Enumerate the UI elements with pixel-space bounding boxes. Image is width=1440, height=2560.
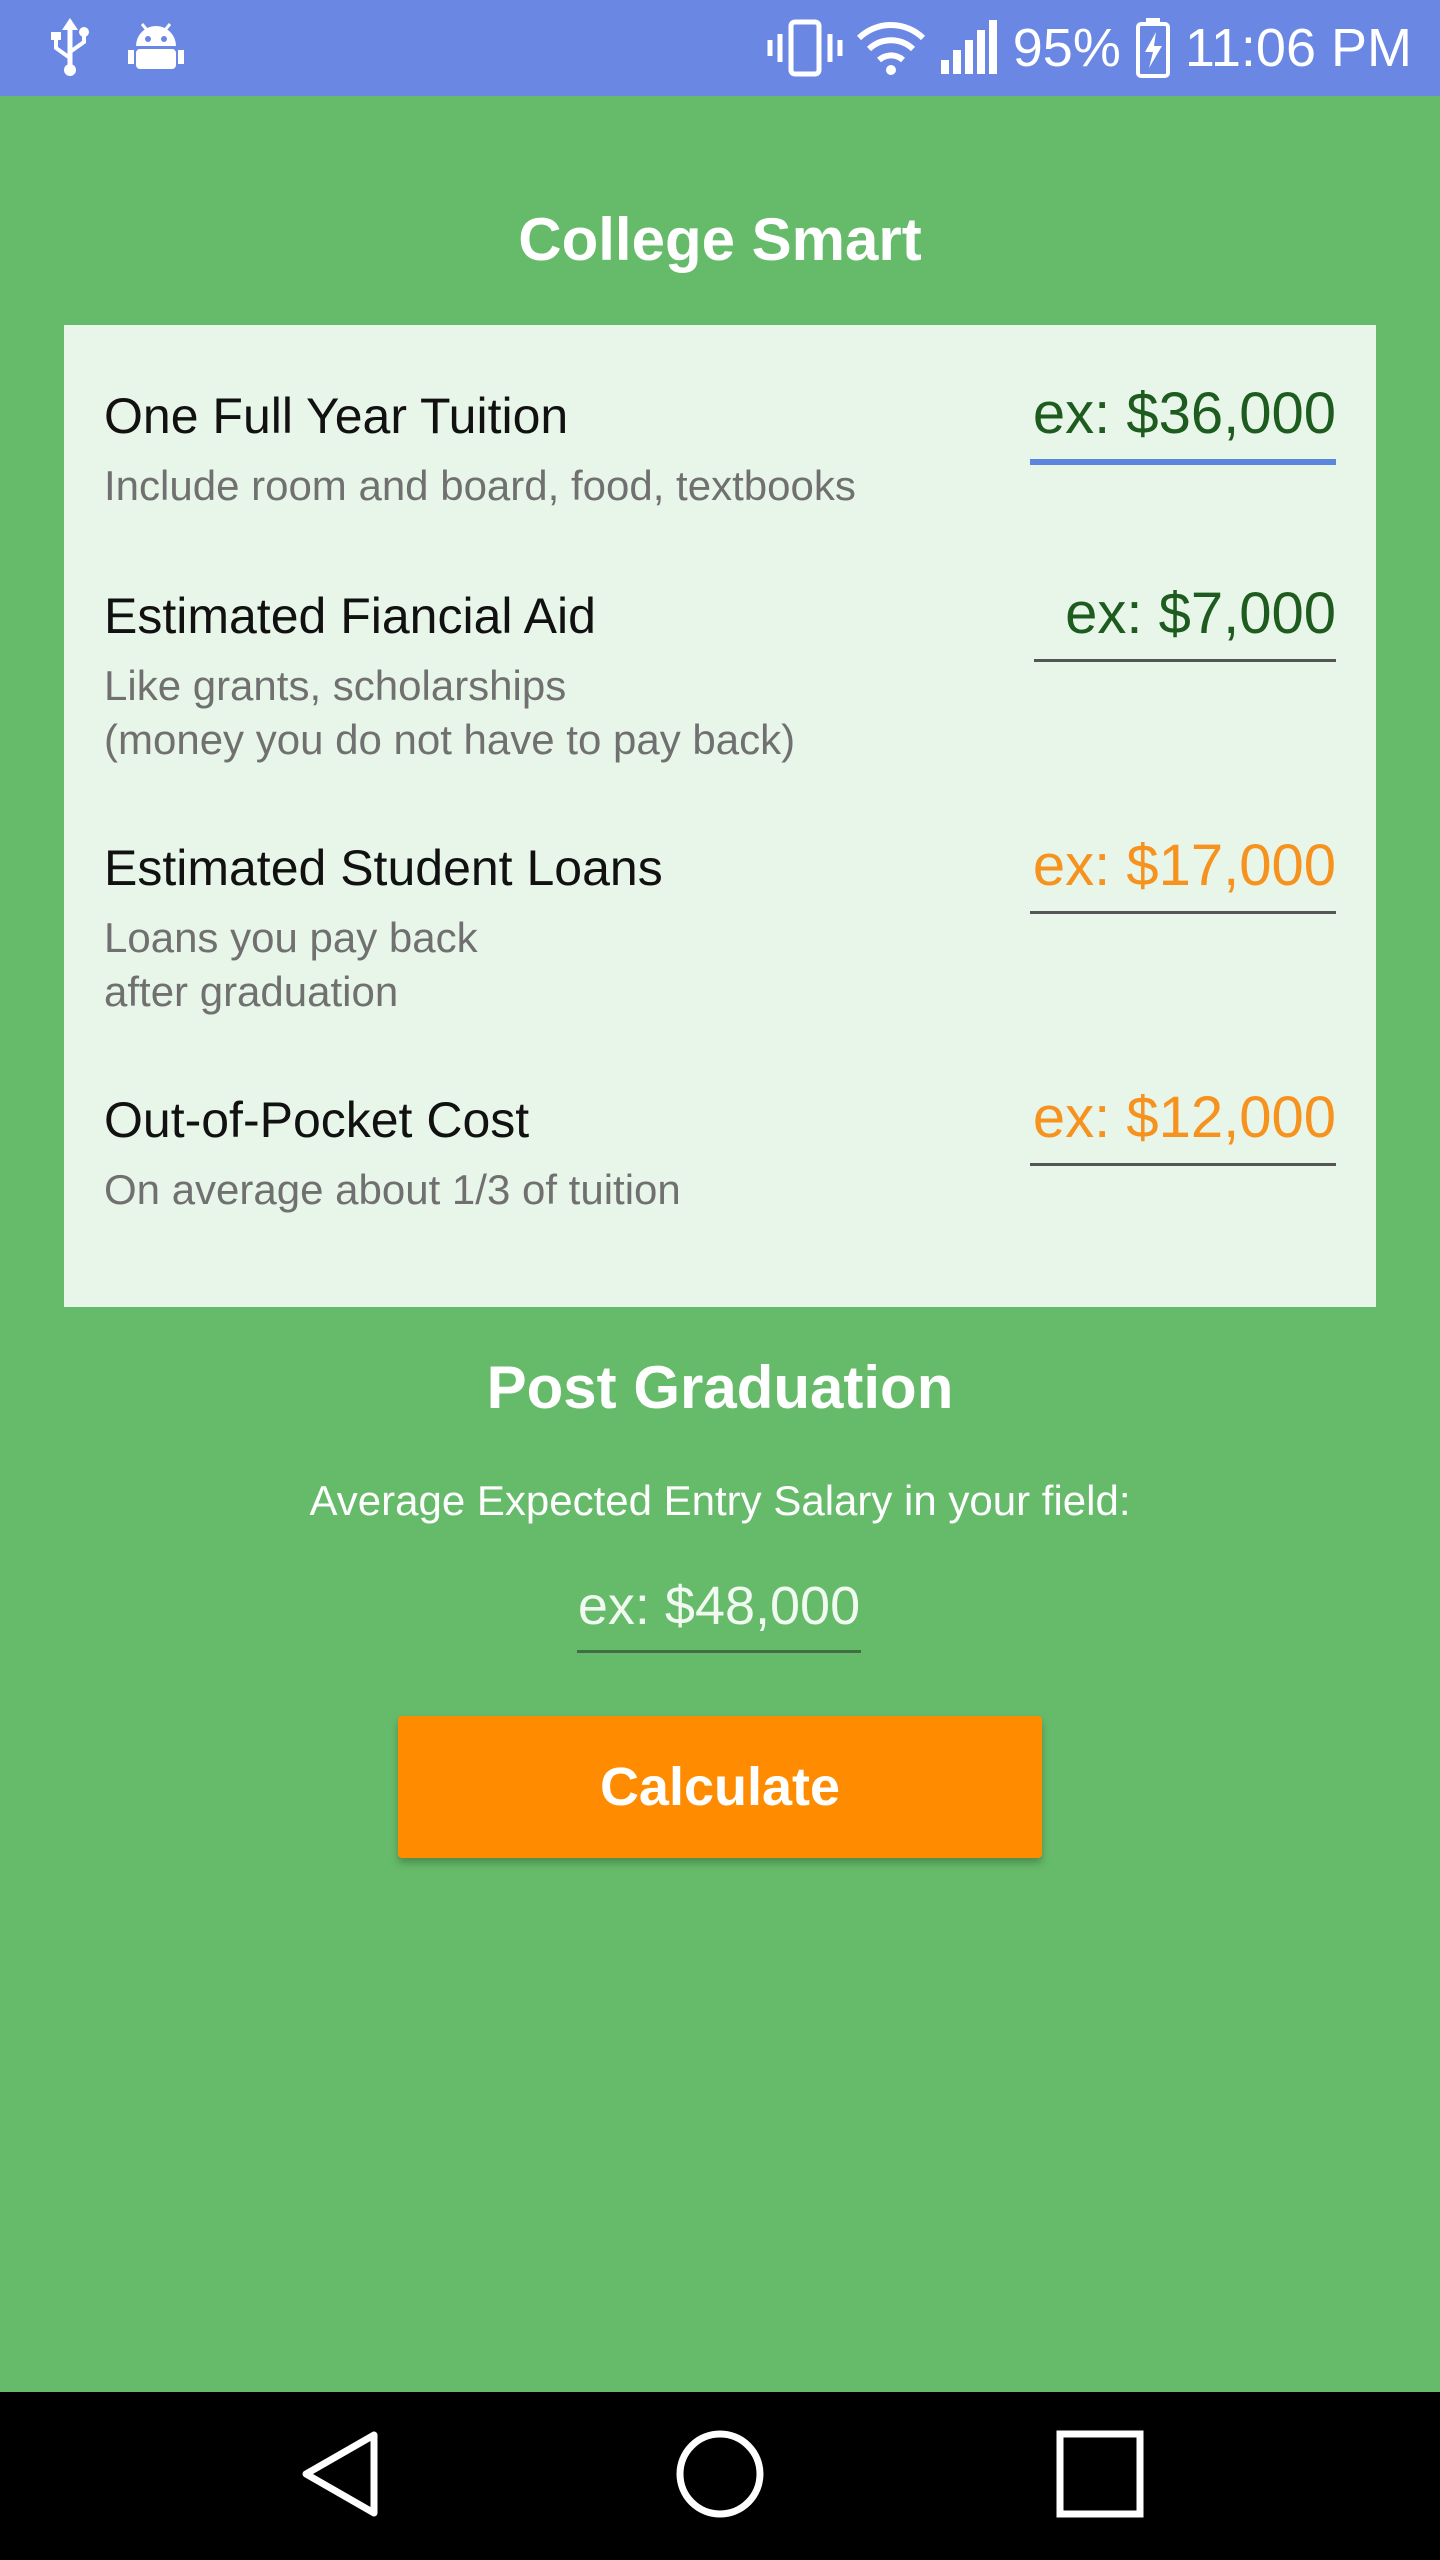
clock: 11:06 PM xyxy=(1184,18,1412,78)
tuition-input[interactable]: ex: $36,000 xyxy=(1030,379,1336,465)
status-bar: 95% 11:06 PM xyxy=(0,0,1440,96)
back-button[interactable] xyxy=(240,2392,440,2560)
wifi-icon xyxy=(856,20,925,76)
home-icon xyxy=(674,2428,766,2525)
aid-hint: Like grants, scholarships (money you do … xyxy=(104,662,796,763)
back-icon xyxy=(298,2429,382,2524)
salary-input[interactable]: ex: $48,000 xyxy=(577,1572,861,1653)
salary-label: Average Expected Entry Salary in your fi… xyxy=(309,1477,1131,1524)
android-debug-icon xyxy=(128,20,184,76)
out-of-pocket-label: Out-of-Pocket Cost xyxy=(104,1092,530,1148)
aid-row: Estimated Fiancial Aid Like grants, scho… xyxy=(104,581,1336,787)
post-graduation-title: Post Graduation xyxy=(486,1354,954,1421)
calculate-button[interactable]: Calculate xyxy=(398,1716,1042,1858)
app-title: College Smart xyxy=(518,206,922,273)
home-button[interactable] xyxy=(620,2392,820,2560)
out-of-pocket-input[interactable]: ex: $12,000 xyxy=(1030,1083,1336,1166)
status-right-icons: 95% 11:06 PM xyxy=(767,16,1412,80)
battery-charging-icon xyxy=(1135,18,1171,78)
out-of-pocket-hint: On average about 1/3 of tuition xyxy=(104,1166,681,1213)
loans-input[interactable]: ex: $17,000 xyxy=(1030,831,1336,914)
tuition-row: One Full Year Tuition Include room and b… xyxy=(104,381,1336,547)
loans-label: Estimated Student Loans xyxy=(104,840,663,896)
status-left-icons xyxy=(48,16,184,80)
vibrate-icon xyxy=(767,18,843,78)
tuition-label: One Full Year Tuition xyxy=(104,388,569,444)
loans-hint: Loans you pay back after graduation xyxy=(104,914,478,1015)
out-of-pocket-row: Out-of-Pocket Cost On average about 1/3 … xyxy=(104,1085,1336,1251)
aid-input[interactable]: ex: $7,000 xyxy=(1034,579,1336,662)
recents-icon xyxy=(1054,2428,1146,2525)
aid-label: Estimated Fiancial Aid xyxy=(104,588,596,644)
battery-percent: 95% xyxy=(1012,18,1121,78)
navigation-bar xyxy=(0,2392,1440,2560)
loans-row: Estimated Student Loans Loans you pay ba… xyxy=(104,833,1336,1039)
signal-icon xyxy=(939,20,999,76)
tuition-hint: Include room and board, food, textbooks xyxy=(104,462,856,509)
recents-button[interactable] xyxy=(1000,2392,1200,2560)
usb-icon xyxy=(48,18,92,78)
cost-card: One Full Year Tuition Include room and b… xyxy=(64,325,1376,1307)
